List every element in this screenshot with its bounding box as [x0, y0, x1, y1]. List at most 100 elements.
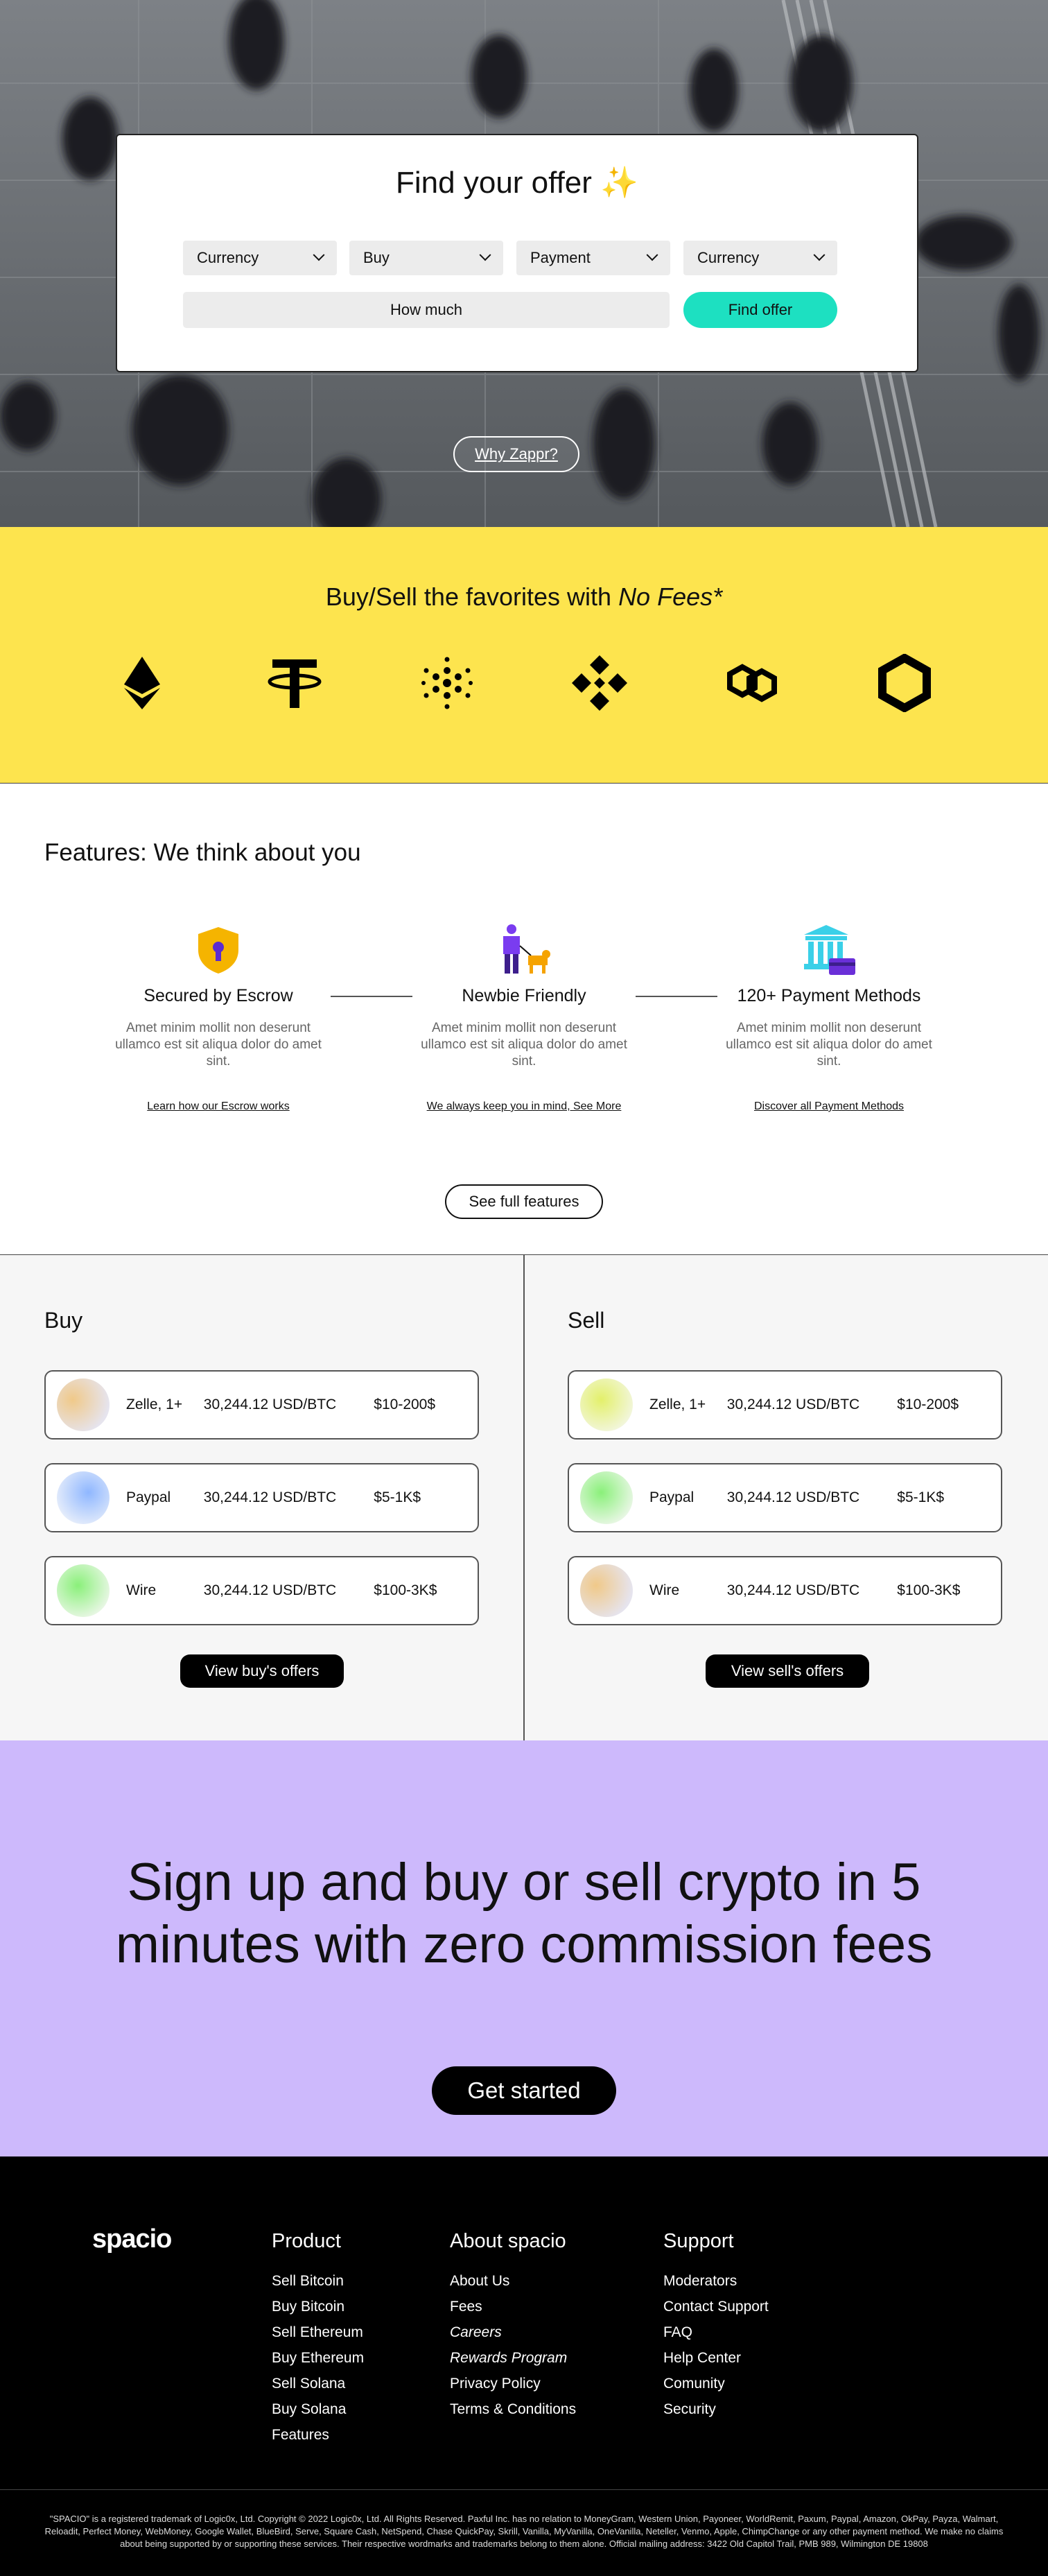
footer-product-heading: Product [272, 2230, 341, 2252]
feature-connector-line [331, 996, 412, 997]
buy-column: Buy Zelle, 1+ 30,244.12 USD/BTC $10-200$… [0, 1255, 523, 1740]
favorites-title-italic: No Fees* [618, 582, 723, 611]
footer-logo[interactable]: spacio [92, 2224, 172, 2254]
amount-input[interactable]: How much [183, 292, 670, 328]
offer-range: $100-3K$ [374, 1582, 437, 1598]
feature-description: Amet minim mollit non deserunt ullamco e… [726, 1021, 932, 1069]
ethereum-icon [111, 652, 173, 714]
footer-legal-text: "SPACIO" is a registered trademark of Lo… [44, 2514, 1004, 2549]
footer-link[interactable]: Sell Solana [272, 2371, 364, 2396]
footer-link[interactable]: Buy Bitcoin [272, 2294, 364, 2319]
currency-select-to-label: Currency [697, 249, 760, 266]
binance-icon [568, 652, 631, 714]
currency-select-from-label: Currency [197, 249, 259, 266]
offer-price: 30,244.12 USD/BTC [203, 1582, 337, 1598]
offer-price: 30,244.12 USD/BTC [726, 1397, 860, 1412]
footer-support-heading: Support [663, 2230, 734, 2252]
avatar [57, 1378, 110, 1431]
footer-link[interactable]: Contact Support [663, 2294, 769, 2319]
avatar [57, 1564, 110, 1617]
sparkles-icon: ✨ [600, 166, 638, 200]
offer-range: $10-200$ [897, 1397, 959, 1412]
signup-cta-section: Sign up and buy or sell crypto in 5 minu… [0, 1740, 1048, 2156]
feature-description: Amet minim mollit non deserunt ullamco e… [115, 1021, 322, 1069]
footer-link[interactable]: Careers [450, 2319, 576, 2345]
buy-sell-section: Buy Zelle, 1+ 30,244.12 USD/BTC $10-200$… [0, 1255, 1048, 1740]
find-offer-button[interactable]: Find offer [683, 292, 837, 328]
offer-price: 30,244.12 USD/BTC [203, 1397, 337, 1412]
buy-offer-row[interactable]: Paypal 30,244.12 USD/BTC $5-1K$ [44, 1463, 479, 1532]
currency-select-from[interactable]: Currency [183, 241, 337, 275]
footer-link[interactable]: About Us [450, 2268, 576, 2294]
polygon-icon [721, 652, 783, 714]
trade-type-select-label: Buy [363, 249, 390, 266]
cardano-icon [416, 652, 478, 714]
sell-offer-row[interactable]: Wire 30,244.12 USD/BTC $100-3K$ [568, 1556, 1002, 1625]
feature-link[interactable]: Discover all Payment Methods [725, 1100, 933, 1113]
footer-link[interactable]: Privacy Policy [450, 2371, 576, 2396]
footer-link[interactable]: Moderators [663, 2268, 769, 2294]
footer-link[interactable]: Buy Ethereum [272, 2345, 364, 2371]
offer-price: 30,244.12 USD/BTC [203, 1489, 337, 1505]
footer-link[interactable]: Security [663, 2396, 769, 2422]
feature-title: Newbie Friendly [462, 986, 586, 1005]
feature-link[interactable]: Learn how our Escrow works [114, 1100, 322, 1113]
sell-offer-row[interactable]: Zelle, 1+ 30,244.12 USD/BTC $10-200$ [568, 1370, 1002, 1440]
favorites-section: Buy/Sell the favorites with No Fees* [0, 527, 1048, 784]
chevron-down-icon [479, 249, 491, 261]
offer-range: $5-1K$ [374, 1489, 421, 1505]
buy-heading: Buy [44, 1308, 83, 1333]
footer-link[interactable]: Buy Solana [272, 2396, 364, 2422]
amount-input-placeholder: How much [390, 301, 462, 318]
buy-offer-row[interactable]: Zelle, 1+ 30,244.12 USD/BTC $10-200$ [44, 1370, 479, 1440]
offer-method: Zelle, 1+ [649, 1397, 706, 1412]
feature-title: Secured by Escrow [143, 986, 293, 1005]
footer-link[interactable]: Sell Bitcoin [272, 2268, 364, 2294]
footer-link[interactable]: Fees [450, 2294, 576, 2319]
sell-offer-row[interactable]: Paypal 30,244.12 USD/BTC $5-1K$ [568, 1463, 1002, 1532]
feature-link[interactable]: We always keep you in mind, See More [420, 1100, 628, 1113]
footer-link[interactable]: Rewards Program [450, 2345, 576, 2371]
offer-method: Zelle, 1+ [126, 1397, 183, 1412]
footer-link[interactable]: Comunity [663, 2371, 769, 2396]
footer: spacio Product Sell Bitcoin Buy Bitcoin … [0, 2156, 1048, 2576]
feature-newbie: Newbie Friendly Amet minim mollit non de… [420, 922, 628, 1113]
get-started-button[interactable]: Get started [432, 2066, 616, 2115]
tether-icon [263, 652, 326, 714]
feature-title: 120+ Payment Methods [737, 986, 921, 1005]
offer-range: $100-3K$ [897, 1582, 961, 1598]
footer-link[interactable]: Sell Ethereum [272, 2319, 364, 2345]
buy-offer-row[interactable]: Wire 30,244.12 USD/BTC $100-3K$ [44, 1556, 479, 1625]
currency-select-to[interactable]: Currency [683, 241, 837, 275]
avatar [57, 1471, 110, 1524]
hero-section: Find your offer ✨ Currency Buy Payment C… [0, 0, 1048, 527]
sell-heading: Sell [568, 1308, 605, 1333]
feature-connector-line [636, 996, 717, 997]
footer-divider [0, 2489, 1048, 2490]
offer-price: 30,244.12 USD/BTC [726, 1582, 860, 1598]
footer-link[interactable]: FAQ [663, 2319, 769, 2345]
chevron-down-icon [313, 249, 325, 261]
bank-card-icon [801, 922, 857, 978]
see-full-features-button[interactable]: See full features [445, 1184, 603, 1219]
person-with-dog-icon [496, 922, 552, 978]
payment-select[interactable]: Payment [516, 241, 670, 275]
footer-about-heading: About spacio [450, 2230, 566, 2252]
trade-type-select[interactable]: Buy [349, 241, 503, 275]
offer-method: Paypal [126, 1489, 171, 1505]
view-buy-offers-button[interactable]: View buy's offers [180, 1654, 344, 1688]
search-title-text: Find your offer [396, 166, 592, 200]
footer-link[interactable]: Terms & Conditions [450, 2396, 576, 2422]
footer-link[interactable]: Help Center [663, 2345, 769, 2371]
chevron-down-icon [813, 249, 826, 261]
view-sell-offers-button[interactable]: View sell's offers [706, 1654, 869, 1688]
chevron-down-icon [646, 249, 658, 261]
offer-price: 30,244.12 USD/BTC [726, 1489, 860, 1505]
avatar [580, 1471, 633, 1524]
footer-link[interactable]: Features [272, 2422, 364, 2448]
cta-headline: Sign up and buy or sell crypto in 5 minu… [115, 1853, 933, 1974]
feature-description: Amet minim mollit non deserunt ullamco e… [421, 1021, 627, 1069]
offer-method: Paypal [649, 1489, 695, 1505]
features-section: Features: We think about you Secured by … [0, 784, 1048, 1255]
why-zappr-button[interactable]: Why Zappr? [453, 436, 579, 472]
